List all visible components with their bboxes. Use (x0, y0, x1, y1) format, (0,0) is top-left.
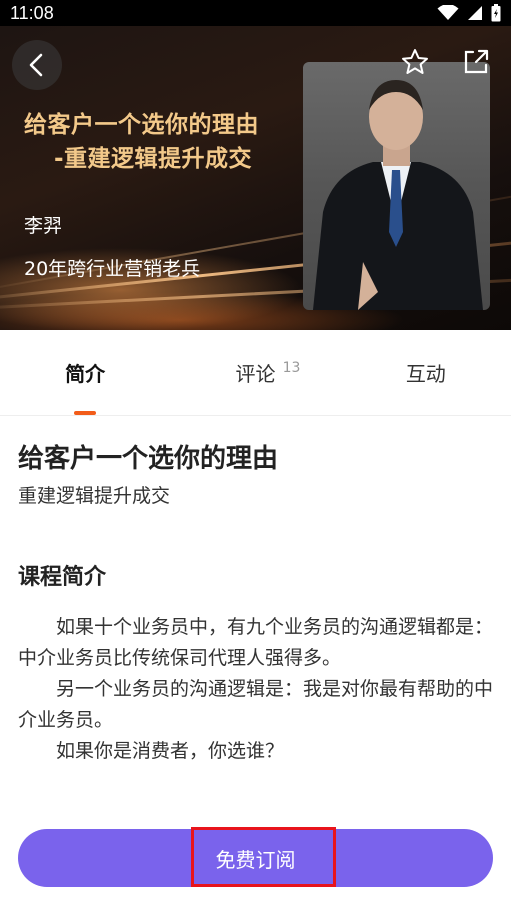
share-icon (464, 49, 489, 74)
tab-bar: 简介 评论 13 互动 (0, 330, 511, 416)
tab-interaction-label: 互动 (405, 362, 446, 386)
course-title: 给客户一个选你的理由 (18, 444, 279, 474)
status-bar: 11:08 (0, 0, 511, 26)
description-paragraph: 另一个业务员的沟通逻辑是：我是对你最有帮助的中介业务员。 (18, 678, 494, 731)
tab-comments-label: 评论 (235, 362, 276, 386)
free-subscribe-button[interactable]: 免费订阅 (18, 827, 493, 887)
section-heading: 课程简介 (18, 565, 107, 590)
share-button[interactable] (458, 44, 494, 80)
course-description: 如果十个业务员中，有九个业务员的沟通逻辑都是：中介业务员比传统保司代理人强得多。… (18, 612, 493, 767)
tab-comments[interactable]: 评论 13 (170, 330, 340, 415)
tab-intro-label: 简介 (65, 362, 106, 386)
status-time: 11:08 (10, 2, 54, 23)
lecturer-photo (303, 62, 490, 310)
tab-interaction[interactable]: 互动 (341, 330, 511, 415)
wifi-icon (437, 5, 459, 20)
favorite-button[interactable] (397, 44, 433, 80)
chevron-left-icon (29, 53, 43, 77)
description-paragraph: 如果十个业务员中，有九个业务员的沟通逻辑都是：中介业务员比传统保司代理人强得多。 (18, 616, 494, 669)
lecturer-name: 李羿 (24, 215, 63, 237)
lecturer-figure (313, 80, 483, 310)
course-banner: 给客户一个选你的理由 -重建逻辑提升成交 李羿 20年跨行业营销老兵 (0, 0, 511, 330)
back-button[interactable] (12, 40, 62, 90)
signal-icon (468, 6, 482, 20)
banner-title: 给客户一个选你的理由 -重建逻辑提升成交 (24, 108, 259, 176)
course-intro-content: 给客户一个选你的理由 重建逻辑提升成交 课程简介 如果十个业务员中，有九个业务员… (18, 440, 493, 767)
highlight-box (191, 827, 336, 887)
tab-intro[interactable]: 简介 (0, 330, 170, 415)
battery-icon (491, 4, 501, 22)
status-icons (437, 4, 501, 22)
banner-title-line1: 给客户一个选你的理由 (24, 112, 259, 138)
lecturer-description: 20年跨行业营销老兵 (24, 258, 201, 280)
star-icon (402, 49, 428, 74)
description-paragraph: 如果你是消费者，你选谁？ (56, 740, 285, 762)
course-subtitle: 重建逻辑提升成交 (18, 485, 171, 507)
comments-count-badge: 13 (282, 360, 301, 376)
banner-title-line2: -重建逻辑提升成交 (54, 146, 253, 172)
